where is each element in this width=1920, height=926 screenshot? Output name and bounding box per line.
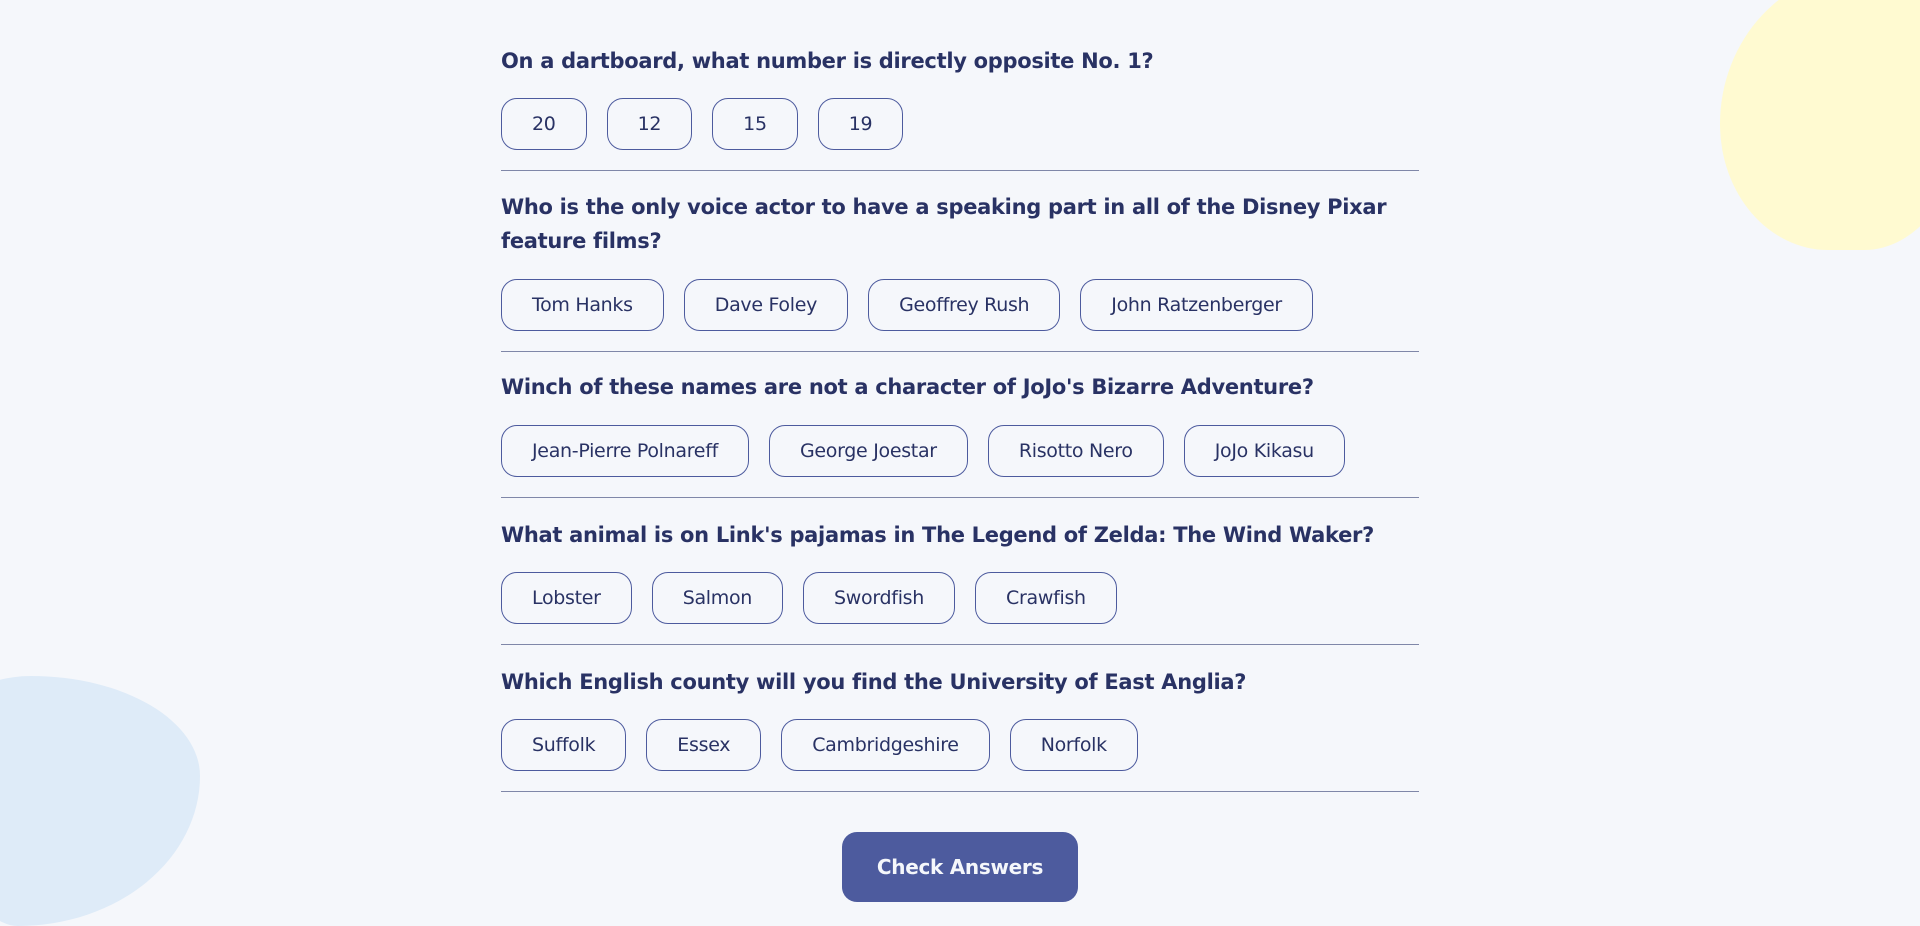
question-block: Which English county will you find the U… xyxy=(501,644,1419,792)
answer-option-button[interactable]: Risotto Nero xyxy=(987,425,1164,477)
question-text: Who is the only voice actor to have a sp… xyxy=(501,195,1387,253)
answer-options: Tom Hanks Dave Foley Geoffrey Rush John … xyxy=(501,279,1313,331)
answer-option-button[interactable]: George Joestar xyxy=(768,425,968,477)
answer-options: Jean-Pierre Polnareff George Joestar Ris… xyxy=(501,425,1345,477)
question-block: What animal is on Link's pajamas in The … xyxy=(501,497,1419,645)
question-text: Winch of these names are not a character… xyxy=(501,375,1314,399)
answer-option-button[interactable]: Geoffrey Rush xyxy=(868,279,1061,331)
answer-option-button[interactable]: 12 xyxy=(606,98,693,150)
decorative-blob-blue xyxy=(0,676,200,926)
question-block: On a dartboard, what number is directly … xyxy=(501,0,1419,171)
answer-option-button[interactable]: JoJo Kikasu xyxy=(1183,425,1345,477)
answer-option-button[interactable]: Jean-Pierre Polnareff xyxy=(501,425,749,477)
answer-option-button[interactable]: Essex xyxy=(646,719,762,771)
answer-option-button[interactable]: Suffolk xyxy=(501,719,627,771)
question-text: What animal is on Link's pajamas in The … xyxy=(501,523,1374,547)
answer-option-button[interactable]: Cambridgeshire xyxy=(781,719,990,771)
answer-option-button[interactable]: John Ratzenberger xyxy=(1080,279,1313,331)
answer-option-button[interactable]: 20 xyxy=(501,98,587,150)
question-block: Who is the only voice actor to have a sp… xyxy=(501,170,1419,352)
answer-option-button[interactable]: 15 xyxy=(712,98,798,150)
answer-option-button[interactable]: Lobster xyxy=(501,572,632,624)
question-text: On a dartboard, what number is directly … xyxy=(501,49,1154,73)
decorative-blob-yellow xyxy=(1720,0,1920,250)
answer-option-button[interactable]: Swordfish xyxy=(803,572,956,624)
answer-options: Lobster Salmon Swordfish Crawfish xyxy=(501,572,1117,624)
answer-option-button[interactable]: 19 xyxy=(817,98,904,150)
answer-options: 20 12 15 19 xyxy=(501,98,904,150)
answer-option-button[interactable]: Salmon xyxy=(651,572,784,624)
answer-option-button[interactable]: Crawfish xyxy=(975,572,1117,624)
answer-option-button[interactable]: Norfolk xyxy=(1009,719,1138,771)
question-block: Winch of these names are not a character… xyxy=(501,351,1419,498)
answer-option-button[interactable]: Tom Hanks xyxy=(501,279,664,331)
answer-options: Suffolk Essex Cambridgeshire Norfolk xyxy=(501,719,1138,771)
answer-option-button[interactable]: Dave Foley xyxy=(683,279,849,331)
question-text: Which English county will you find the U… xyxy=(501,670,1247,694)
check-answers-button[interactable]: Check Answers xyxy=(842,832,1078,902)
